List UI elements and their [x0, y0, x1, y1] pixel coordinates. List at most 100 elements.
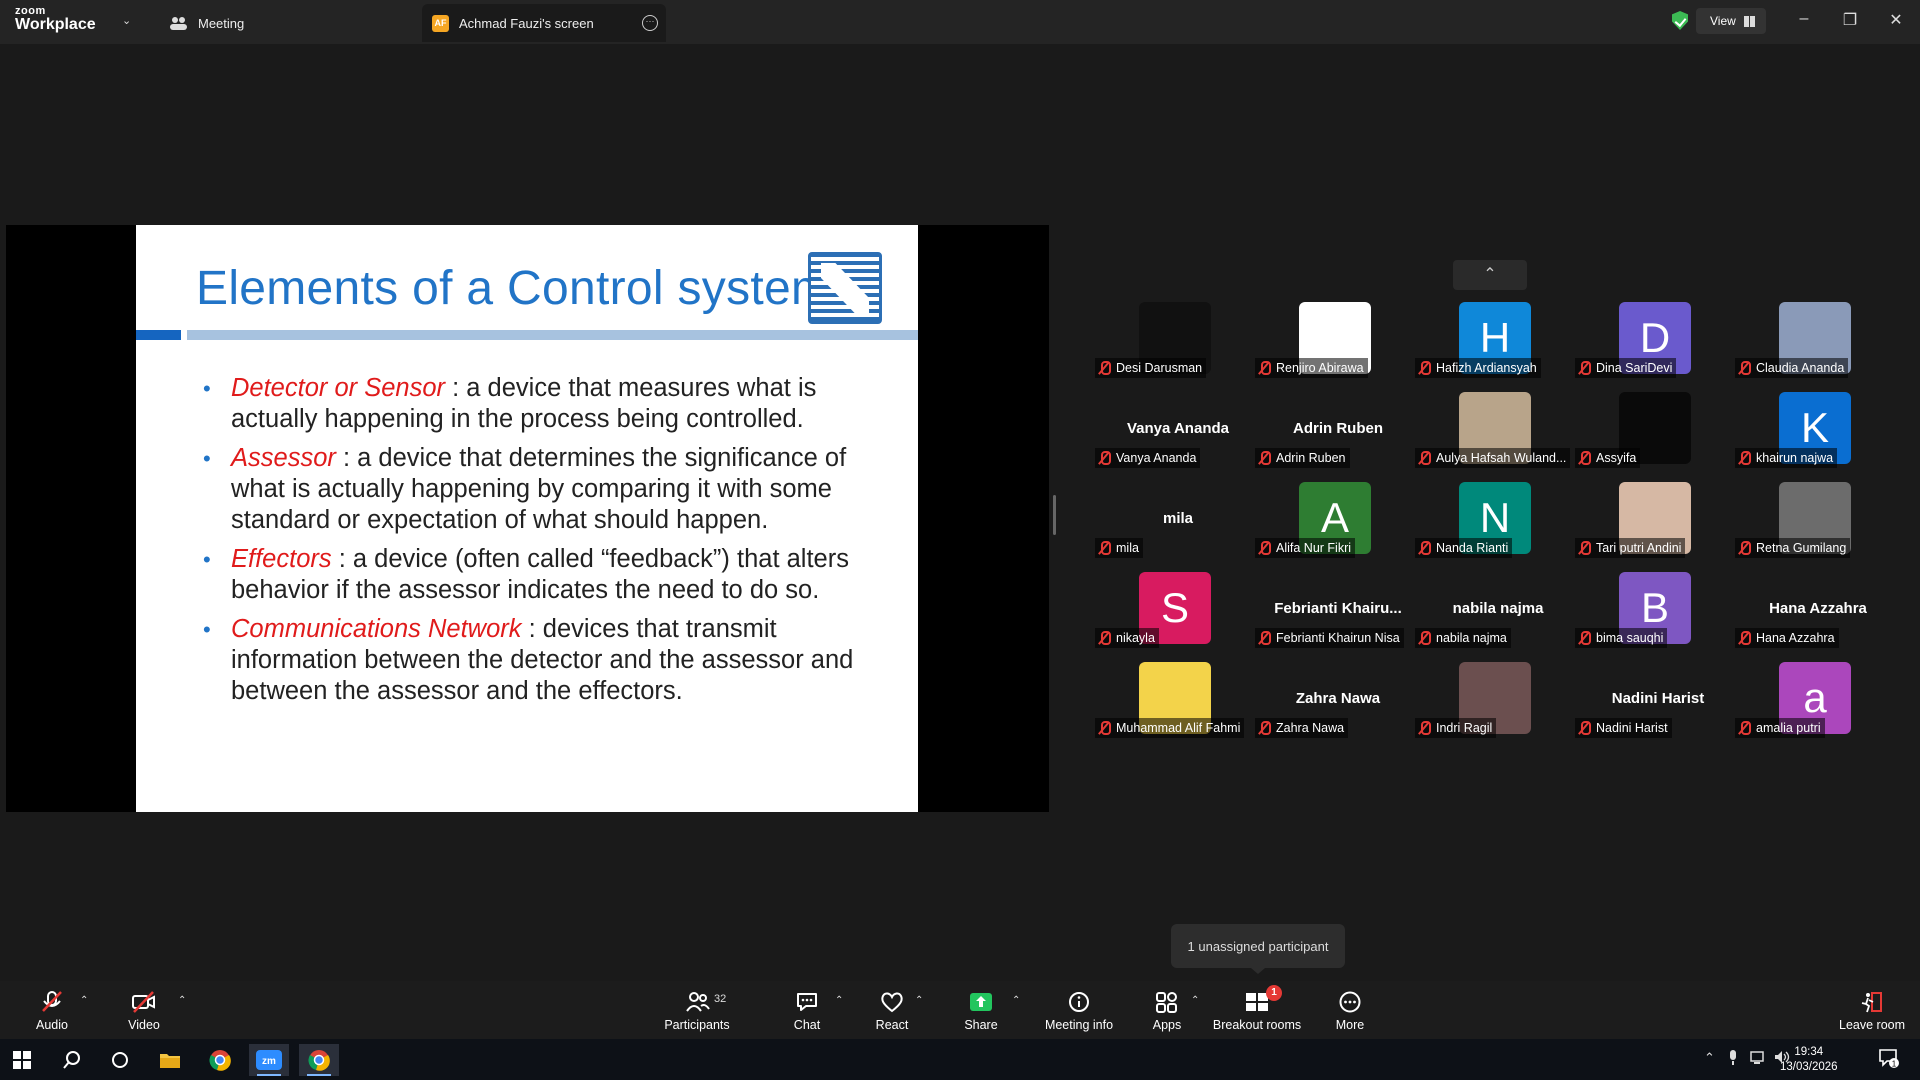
participant-name: Desi Darusman: [1116, 361, 1203, 375]
shield-icon[interactable]: [1672, 11, 1688, 30]
participant-name: nikayla: [1116, 631, 1155, 645]
participant-tile[interactable]: Muhammad Alif Fahmi: [1093, 660, 1245, 740]
breakout-rooms-button[interactable]: 1 Breakout rooms: [1212, 985, 1302, 1035]
participant-tile[interactable]: Aulya Hafsah Wuland...: [1413, 390, 1571, 470]
participant-name-label: Claudia Ananda: [1735, 358, 1849, 378]
breakout-label: Breakout rooms: [1212, 1018, 1302, 1032]
participant-tile[interactable]: Bbima sauqhi: [1573, 570, 1723, 650]
participant-tile[interactable]: A Alifa Nur Fikri: [1253, 480, 1403, 560]
title-divider-accent: [136, 330, 181, 340]
react-options-chevron-icon[interactable]: ⌃: [915, 995, 923, 1006]
participant-tile[interactable]: Indri Ragil: [1413, 660, 1563, 740]
participant-tile[interactable]: Zahra Nawa Zahra Nawa: [1253, 660, 1403, 740]
view-button[interactable]: View: [1696, 8, 1766, 34]
bullet-item: Communications Network : devices that tr…: [203, 614, 866, 707]
participants-button[interactable]: 32 Participants: [664, 985, 730, 1035]
minimize-icon[interactable]: –: [1794, 10, 1814, 28]
svg-text:zm: zm: [262, 1056, 276, 1067]
participant-name: Nanda Rianti: [1436, 541, 1509, 555]
search-icon[interactable]: [52, 1044, 92, 1076]
participant-tile[interactable]: Retna Gumilang: [1733, 480, 1883, 560]
windows-start-icon[interactable]: [2, 1044, 42, 1076]
mic-muted-icon: [1578, 451, 1591, 465]
apps-button[interactable]: Apps: [1152, 985, 1182, 1035]
panel-splitter[interactable]: [1053, 495, 1056, 535]
tab-shared-screen[interactable]: AF Achmad Fauzi's screen ···: [422, 4, 666, 42]
more-options-icon[interactable]: ···: [642, 15, 658, 31]
share-button[interactable]: Share: [962, 985, 1000, 1035]
participant-tile[interactable]: Tari putri Andini: [1573, 480, 1723, 560]
network-icon[interactable]: [1750, 1050, 1766, 1067]
gallery-page-up-button[interactable]: ⌃: [1453, 260, 1527, 290]
participant-tile[interactable]: Assyifa: [1573, 390, 1723, 470]
share-options-chevron-icon[interactable]: ⌃: [1012, 995, 1020, 1006]
participant-display-name: nabila najma: [1452, 600, 1544, 617]
participants-label: Participants: [664, 1018, 730, 1032]
participant-tile[interactable]: H Hafizh Ardiansyah: [1413, 300, 1563, 380]
participant-tile[interactable]: a amalia putri: [1733, 660, 1883, 740]
restore-icon[interactable]: ❐: [1840, 10, 1860, 30]
apps-options-chevron-icon[interactable]: ⌃: [1191, 995, 1199, 1006]
chat-button[interactable]: Chat: [790, 985, 824, 1035]
notification-icon[interactable]: 1: [1878, 1047, 1900, 1072]
zoom-app-icon[interactable]: zm: [249, 1044, 289, 1076]
leave-room-button[interactable]: Leave room: [1839, 985, 1905, 1035]
microphone-icon[interactable]: [1728, 1050, 1738, 1069]
breakout-badge: 1: [1266, 985, 1282, 1001]
task-view-icon[interactable]: [100, 1044, 140, 1076]
chat-options-chevron-icon[interactable]: ⌃: [835, 995, 843, 1006]
title-bar: zoom Workplace ⌄ Meeting AF Achmad Fauzi…: [0, 0, 1920, 44]
mic-muted-icon: [1418, 361, 1431, 375]
participant-tile[interactable]: Desi Darusman: [1093, 300, 1243, 380]
participant-name: Zahra Nawa: [1276, 721, 1345, 735]
participant-tile[interactable]: Snikayla: [1093, 570, 1243, 650]
participant-tile[interactable]: D Dina SariDevi: [1573, 300, 1723, 380]
mic-muted-icon: [1578, 541, 1591, 555]
participant-tile[interactable]: Vanya Ananda Vanya Ananda: [1093, 390, 1243, 470]
shared-screen[interactable]: Elements of a Control system Detector or…: [6, 225, 1049, 812]
mic-muted-icon: [1738, 451, 1751, 465]
participant-display-name: mila: [1162, 510, 1193, 527]
participant-tile[interactable]: Nadini Harist Nadini Harist: [1573, 660, 1723, 740]
participant-name: amalia putri: [1756, 721, 1821, 735]
more-button[interactable]: More: [1334, 985, 1366, 1035]
tray-chevron-up-icon[interactable]: ⌃: [1704, 1050, 1715, 1066]
video-button[interactable]: Video: [122, 985, 166, 1035]
participant-tile[interactable]: nabila najma nabila najma: [1413, 570, 1563, 650]
participant-name-label: Dina SariDevi: [1575, 358, 1677, 378]
participant-name-label: Muhammad Alif Fahmi: [1095, 718, 1245, 738]
participant-name: Adrin Ruben: [1276, 451, 1346, 465]
participant-tile[interactable]: Febrianti Khairu... Febrianti Khairun Nis…: [1253, 570, 1404, 650]
audio-options-chevron-icon[interactable]: ⌃: [80, 995, 88, 1006]
file-explorer-icon[interactable]: [150, 1044, 190, 1076]
tab-meeting-label: Meeting: [198, 15, 245, 31]
participant-tile[interactable]: Hana Azzahra Hana Azzahra: [1733, 570, 1883, 650]
audio-button[interactable]: Audio: [30, 985, 74, 1035]
participant-tile[interactable]: Renjiro Abirawa: [1253, 300, 1403, 380]
participant-name-label: Nanda Rianti: [1415, 538, 1513, 558]
participant-name: khairun najwa: [1756, 451, 1834, 465]
video-options-chevron-icon[interactable]: ⌃: [178, 995, 186, 1006]
participant-tile[interactable]: Adrin Ruben Adrin Ruben: [1253, 390, 1403, 470]
participant-tile[interactable]: Kkhairun najwa: [1733, 390, 1883, 470]
meeting-info-button[interactable]: Meeting info: [1043, 985, 1115, 1035]
participant-name: Hana Azzahra: [1756, 631, 1835, 645]
participant-tile[interactable]: Claudia Ananda: [1733, 300, 1883, 380]
zoom-logo[interactable]: zoom Workplace: [15, 6, 96, 33]
chevron-down-icon[interactable]: ⌄: [122, 14, 131, 27]
bullet-term: Assessor: [231, 444, 336, 472]
react-button[interactable]: React: [874, 985, 910, 1035]
system-clock[interactable]: 19:34 13/03/2026: [1780, 1045, 1838, 1075]
svg-text:1: 1: [1892, 1060, 1897, 1069]
participant-tile[interactable]: N Nanda Rianti: [1413, 480, 1563, 560]
close-icon[interactable]: ✕: [1886, 10, 1906, 30]
participant-tile[interactable]: mila mila: [1093, 480, 1243, 560]
participant-name: Nadini Harist: [1596, 721, 1668, 735]
bullet-term: Effectors: [231, 545, 332, 573]
mic-muted-icon: [1738, 361, 1751, 375]
chrome-icon[interactable]: [200, 1044, 240, 1076]
chrome-active-icon[interactable]: [299, 1044, 339, 1076]
people-icon: [170, 17, 187, 30]
participant-name-label: Assyifa: [1575, 448, 1641, 468]
tab-meeting[interactable]: Meeting: [170, 4, 244, 42]
